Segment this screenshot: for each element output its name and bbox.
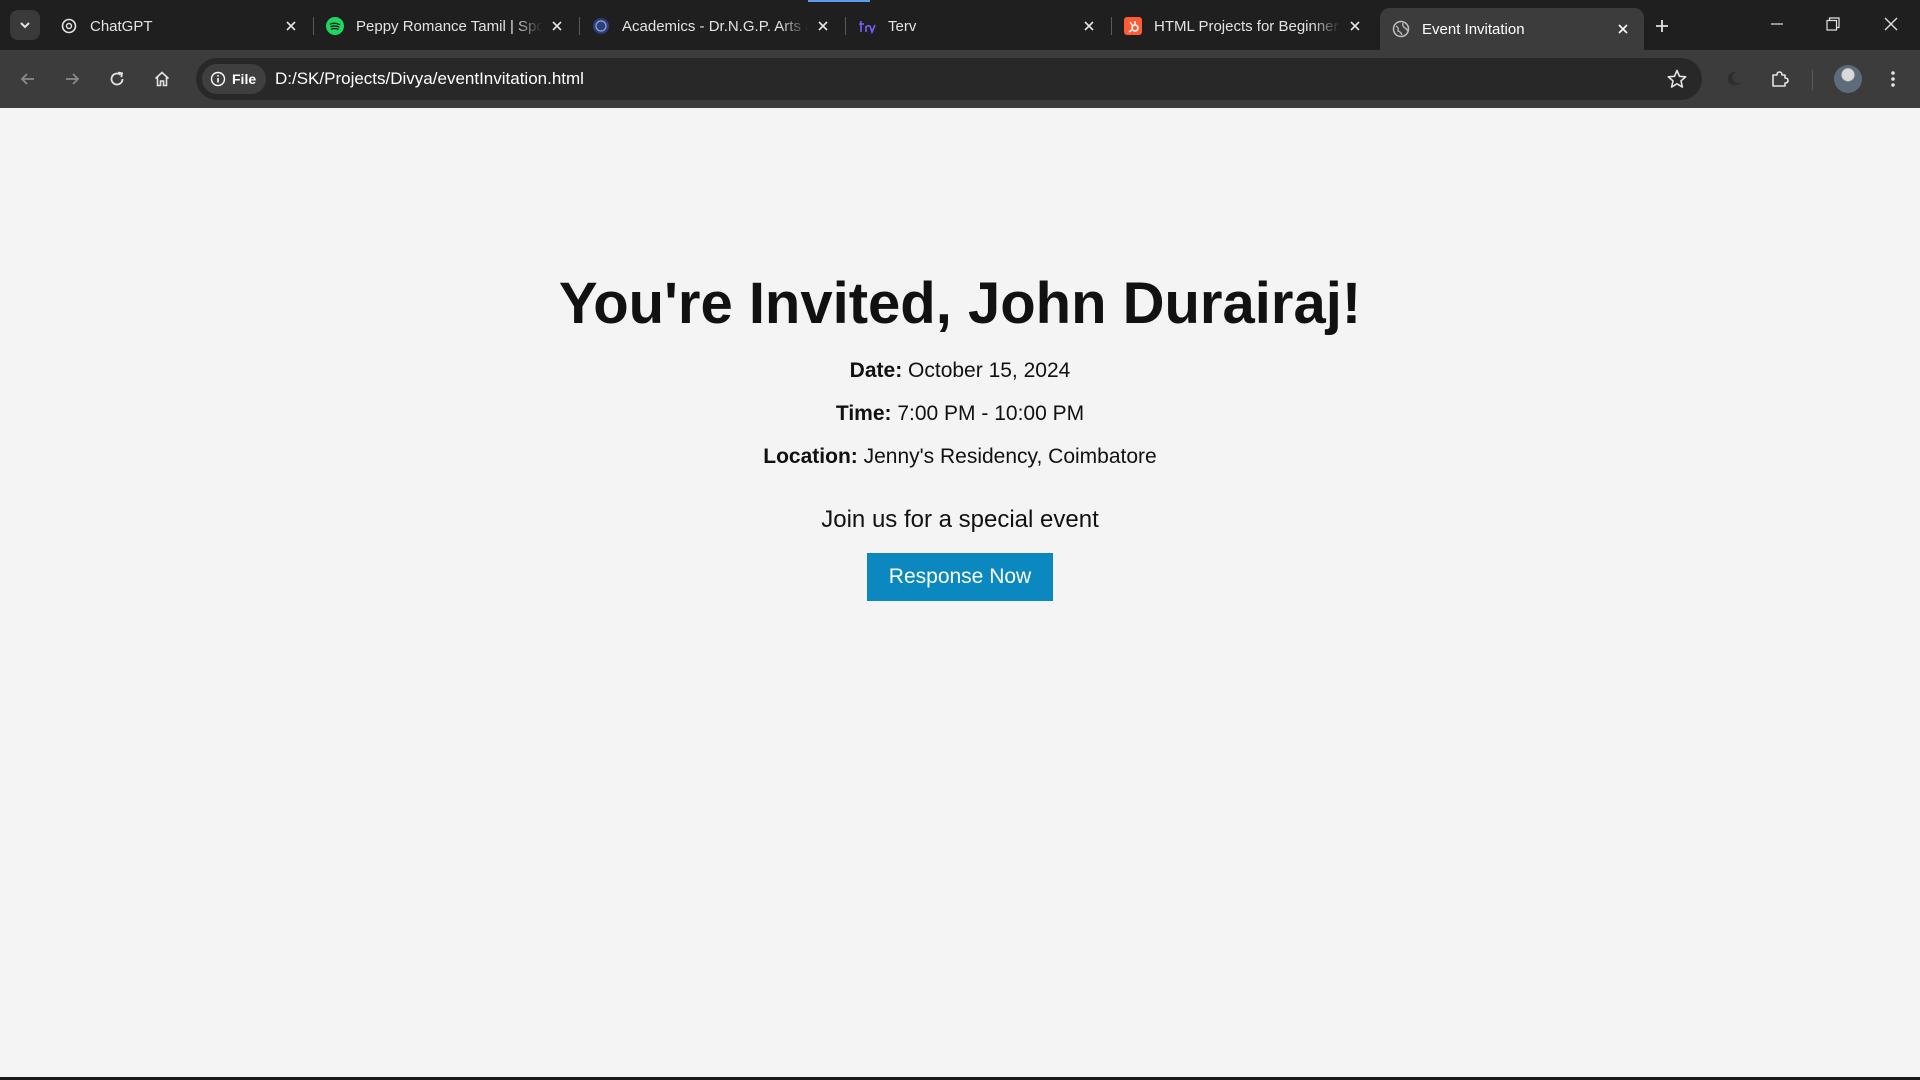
tab-academics[interactable]: Academics - Dr.N.G.P. Arts and Science C… bbox=[580, 8, 844, 44]
address-bar[interactable]: File D:/SK/Projects/Divya/eventInvitatio… bbox=[196, 58, 1702, 100]
terv-icon bbox=[858, 17, 876, 35]
more-vertical-icon bbox=[1891, 71, 1895, 87]
chevron-down-icon bbox=[20, 22, 30, 29]
plus-icon bbox=[1656, 20, 1668, 32]
moon-icon bbox=[1727, 71, 1741, 86]
time-value: 7:00 PM - 10:00 PM bbox=[897, 402, 1085, 425]
close-window-button[interactable] bbox=[1871, 8, 1911, 40]
toolbar-divider bbox=[1812, 70, 1813, 90]
url-text[interactable]: D:/SK/Projects/Divya/eventInvitation.htm… bbox=[275, 69, 584, 89]
browser-toolbar: File D:/SK/Projects/Divya/eventInvitatio… bbox=[0, 50, 1920, 108]
puzzle-icon bbox=[1772, 71, 1789, 87]
tab-loading-indicator bbox=[808, 0, 870, 2]
close-tab-icon[interactable] bbox=[1080, 17, 1098, 35]
location-value: Jenny's Residency, Coimbatore bbox=[863, 445, 1157, 468]
close-tab-icon[interactable] bbox=[548, 17, 566, 35]
close-icon bbox=[1884, 17, 1898, 31]
info-icon bbox=[210, 71, 226, 87]
extensions-button[interactable] bbox=[1764, 63, 1796, 95]
reload-icon bbox=[110, 71, 124, 86]
tab-event-invitation[interactable]: Event Invitation bbox=[1380, 8, 1644, 50]
arrow-left-icon bbox=[20, 73, 34, 85]
hubspot-icon bbox=[1124, 17, 1142, 35]
page-viewport: You're Invited, John Durairaj! Date: Oct… bbox=[0, 108, 1920, 1077]
minimize-icon bbox=[1771, 23, 1783, 25]
invitation-card: You're Invited, John Durairaj! Date: Oct… bbox=[0, 270, 1920, 601]
college-icon bbox=[592, 17, 610, 35]
date-label: Date: bbox=[849, 359, 909, 382]
bookmark-star-icon[interactable] bbox=[1666, 68, 1688, 90]
tab-html-projects[interactable]: HTML Projects for Beginners bbox=[1112, 8, 1376, 44]
time-label: Time: bbox=[835, 402, 898, 425]
page-title: You're Invited, John Durairaj! bbox=[558, 271, 1362, 336]
tab-title: ChatGPT bbox=[90, 17, 153, 35]
event-time: Time: 7:00 PM - 10:00 PM bbox=[0, 402, 1920, 425]
chatgpt-icon bbox=[60, 17, 78, 35]
date-value: October 15, 2024 bbox=[908, 359, 1071, 382]
close-tab-icon[interactable] bbox=[814, 17, 832, 35]
restore-icon bbox=[1826, 17, 1840, 31]
tab-title: Event Invitation bbox=[1422, 20, 1525, 38]
minimize-button[interactable] bbox=[1757, 8, 1797, 40]
close-tab-icon[interactable] bbox=[1346, 17, 1364, 35]
site-info-chip[interactable]: File bbox=[202, 64, 267, 94]
tab-search-button[interactable] bbox=[10, 10, 40, 40]
event-date: Date: October 15, 2024 bbox=[0, 359, 1920, 382]
location-label: Location: bbox=[763, 445, 864, 468]
event-tagline: Join us for a special event bbox=[821, 506, 1099, 533]
close-tab-icon[interactable] bbox=[1614, 20, 1632, 38]
reload-button[interactable] bbox=[101, 63, 133, 95]
tab-terv[interactable]: Terv bbox=[846, 8, 1110, 44]
close-tab-icon[interactable] bbox=[282, 17, 300, 35]
response-now-button[interactable]: Response Now bbox=[867, 553, 1053, 601]
tab-title: Terv bbox=[888, 17, 917, 35]
tab-strip: ChatGPT Peppy Romance Tamil | Spotify Ac… bbox=[0, 0, 1920, 50]
spotify-icon bbox=[326, 17, 344, 35]
arrow-right-icon bbox=[66, 73, 80, 85]
tab-title: HTML Projects for Beginners bbox=[1154, 17, 1340, 35]
browser-menu-button[interactable] bbox=[1877, 63, 1909, 95]
back-button[interactable] bbox=[12, 63, 44, 95]
extension-moon-button[interactable] bbox=[1718, 63, 1750, 95]
new-tab-button[interactable] bbox=[1648, 12, 1676, 40]
tab-title: Peppy Romance Tamil | Spotify bbox=[356, 17, 542, 35]
site-info-label: File bbox=[232, 71, 257, 87]
globe-icon bbox=[1392, 20, 1410, 38]
restore-button[interactable] bbox=[1813, 8, 1853, 40]
forward-button[interactable] bbox=[56, 63, 88, 95]
tab-title: Academics - Dr.N.G.P. Arts and Science C… bbox=[622, 17, 808, 35]
profile-avatar[interactable] bbox=[1834, 65, 1862, 93]
tab-chatgpt[interactable]: ChatGPT bbox=[48, 8, 312, 44]
home-icon bbox=[154, 71, 170, 87]
home-button[interactable] bbox=[146, 63, 178, 95]
tab-spotify[interactable]: Peppy Romance Tamil | Spotify bbox=[314, 8, 578, 44]
event-location: Location: Jenny's Residency, Coimbatore bbox=[0, 445, 1920, 468]
